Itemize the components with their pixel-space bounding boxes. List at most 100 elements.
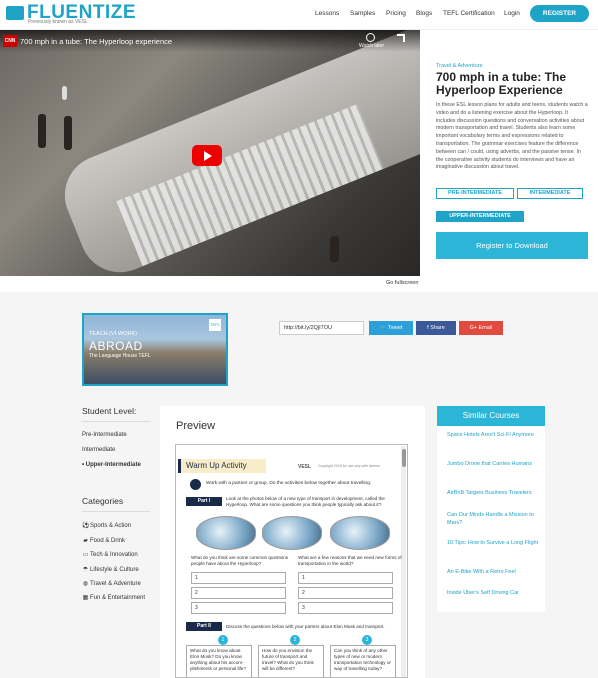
- film-icon: ▦: [82, 595, 89, 601]
- category-travel[interactable]: ◍ Travel & Adventure: [82, 580, 141, 587]
- nav-samples[interactable]: Samples: [350, 10, 375, 17]
- category-food[interactable]: ▰ Food & Drink: [82, 537, 125, 544]
- question-card: What do you know about Elon Musk? Do you…: [186, 645, 252, 677]
- watch-later-label[interactable]: Watch later: [359, 43, 384, 49]
- top-navbar: FLUENTIZE Previously known as VESL Lesso…: [0, 0, 598, 30]
- similar-course-link[interactable]: Jumbo Drone that Carries Humans: [447, 461, 541, 469]
- nav-login[interactable]: Login: [504, 10, 520, 17]
- teach-abroad-banner[interactable]: TEFL TEACH (VI-WORK) ABROAD The Language…: [82, 313, 228, 386]
- similar-courses-panel: Similar Courses Space Hotels Aren't Sci-…: [437, 406, 545, 612]
- category-fun[interactable]: ▦ Fun & Entertainment: [82, 594, 152, 602]
- person-figure: [38, 114, 46, 148]
- lesson-description: In these ESL lesson plans for adults and…: [436, 102, 588, 171]
- facebook-label: Share: [430, 325, 445, 331]
- google-plus-icon: G+: [469, 325, 479, 331]
- soccer-ball-icon: ⚽: [82, 523, 90, 529]
- tweet-button[interactable]: 🐦 Tweet: [369, 321, 413, 335]
- category-sports[interactable]: ⚽Sports & Action: [82, 522, 131, 529]
- copyright-note: Copyright 2018 for use only with license: [318, 464, 380, 468]
- nav-lessons[interactable]: Lessons: [315, 10, 339, 17]
- level-link-upper-intermediate[interactable]: • Upper-Intermediate: [82, 461, 150, 469]
- similar-course-link[interactable]: Space Hotels Aren't Sci-Fi Anymore: [447, 432, 541, 440]
- level-pre-intermediate[interactable]: PRE-INTERMEDIATE: [436, 188, 514, 199]
- answer-field[interactable]: 3: [298, 602, 393, 614]
- globe-icon: ◍: [82, 581, 89, 587]
- question-card: Can you think of any other types of new …: [330, 645, 396, 677]
- worksheet-preview[interactable]: Warm Up Activity VESL Copyright 2018 for…: [175, 444, 408, 678]
- level-intermediate[interactable]: INTERMEDIATE: [517, 188, 583, 199]
- nav-pricing[interactable]: Pricing: [386, 10, 406, 17]
- similar-courses-heading: Similar Courses: [437, 406, 545, 426]
- banner-line2: ABROAD: [89, 339, 143, 353]
- banner-line1: TEACH (VI-WORK): [89, 331, 137, 337]
- logo-icon[interactable]: [6, 6, 24, 20]
- question-right: What are a few reasons that we need new …: [298, 555, 402, 566]
- person-figure: [64, 116, 72, 150]
- question-number: 1: [218, 635, 228, 645]
- channel-badge[interactable]: CNN: [3, 35, 17, 47]
- hyperloop-pod-image: [330, 516, 390, 550]
- people-icon: [190, 479, 201, 490]
- category-label: Lifestyle & Culture: [90, 567, 139, 573]
- tweet-label: Tweet: [387, 325, 403, 331]
- register-button[interactable]: REGISTER: [530, 5, 589, 22]
- fullscreen-link[interactable]: Go fullscreen: [386, 280, 418, 286]
- answer-field[interactable]: 2: [298, 587, 393, 599]
- part2-text: Discuss the questions below with your pa…: [226, 624, 385, 629]
- computer-icon: ▭: [82, 552, 89, 558]
- similar-course-link[interactable]: AirBnB Targets Business Travelers: [447, 490, 541, 498]
- nav-tefl[interactable]: TEFL Certification: [443, 10, 495, 17]
- categories-heading: Categories: [82, 496, 124, 506]
- question-card: How do you envision the future of transp…: [258, 645, 324, 677]
- similar-course-link[interactable]: Can Our Minds Handle a Mission to Mars?: [447, 512, 541, 527]
- play-button[interactable]: [192, 145, 222, 166]
- question-number: 3: [362, 635, 372, 645]
- lesson-title: 700 mph in a tube: The Hyperloop Experie…: [436, 70, 567, 97]
- twitter-icon: 🐦: [379, 325, 388, 331]
- video-player[interactable]: CNN 700 mph in a tube: The Hyperloop exp…: [0, 30, 420, 276]
- answer-field[interactable]: 1: [298, 572, 393, 584]
- level-link-pre-intermediate[interactable]: Pre-Intermediate: [82, 432, 127, 438]
- category-tag[interactable]: Travel & Adventure: [436, 63, 483, 69]
- part2-label: Part II: [186, 622, 222, 631]
- category-label: Tech & Innovation: [90, 552, 138, 558]
- category-tech[interactable]: ▭ Tech & Innovation: [82, 551, 138, 558]
- banner-line3: The Language House TEFL: [89, 353, 151, 359]
- level-link-intermediate[interactable]: Intermediate: [82, 447, 115, 453]
- banner-badge: TEFL: [209, 319, 221, 331]
- register-to-download-button[interactable]: Register to Download: [436, 232, 588, 259]
- share-url-field[interactable]: http://bit.ly/2QjI7OU: [279, 321, 364, 335]
- person-figure: [62, 86, 67, 100]
- clock-icon[interactable]: [366, 33, 375, 42]
- warmup-title: Warm Up Activity: [178, 459, 266, 473]
- answer-field[interactable]: 2: [191, 587, 286, 599]
- question-left: What do you think are some common questi…: [191, 555, 289, 566]
- similar-course-link[interactable]: Inside Uber's Self Driving Car: [447, 590, 541, 598]
- preview-panel: Preview Warm Up Activity VESL Copyright …: [160, 406, 425, 678]
- category-label: Food & Drink: [90, 538, 126, 544]
- hyperloop-pod-image: [196, 516, 256, 550]
- video-title[interactable]: 700 mph in a tube: The Hyperloop experie…: [20, 37, 172, 46]
- part1-text: Look at the photos below of a new type o…: [226, 496, 385, 507]
- level-upper-intermediate[interactable]: UPPER-INTERMEDIATE: [436, 211, 524, 222]
- nav-blogs[interactable]: Blogs: [416, 10, 432, 17]
- person-figure: [330, 236, 339, 262]
- similar-course-link[interactable]: An E-Bike With a Retro Feel: [447, 569, 541, 577]
- divider: [82, 511, 150, 512]
- divider: [82, 421, 150, 422]
- category-label: Fun & Entertainment: [90, 595, 146, 601]
- email-share-button[interactable]: G+ Email: [459, 321, 503, 335]
- question-number: 2: [290, 635, 300, 645]
- answer-field[interactable]: 1: [191, 572, 286, 584]
- similar-course-link[interactable]: 10 Tips: How to Survive a Long Flight: [447, 540, 541, 548]
- email-label: Email: [478, 325, 493, 331]
- scrollbar-thumb[interactable]: [402, 449, 406, 467]
- facebook-share-button[interactable]: f Share: [416, 321, 456, 335]
- share-icon[interactable]: [397, 34, 405, 42]
- answer-field[interactable]: 3: [191, 602, 286, 614]
- food-icon: ▰: [83, 538, 88, 544]
- category-label: Sports & Action: [90, 523, 132, 529]
- student-level-heading: Student Level:: [82, 406, 137, 416]
- category-label: Travel & Adventure: [90, 581, 141, 587]
- category-lifestyle[interactable]: ☂ Lifestyle & Culture: [82, 566, 139, 573]
